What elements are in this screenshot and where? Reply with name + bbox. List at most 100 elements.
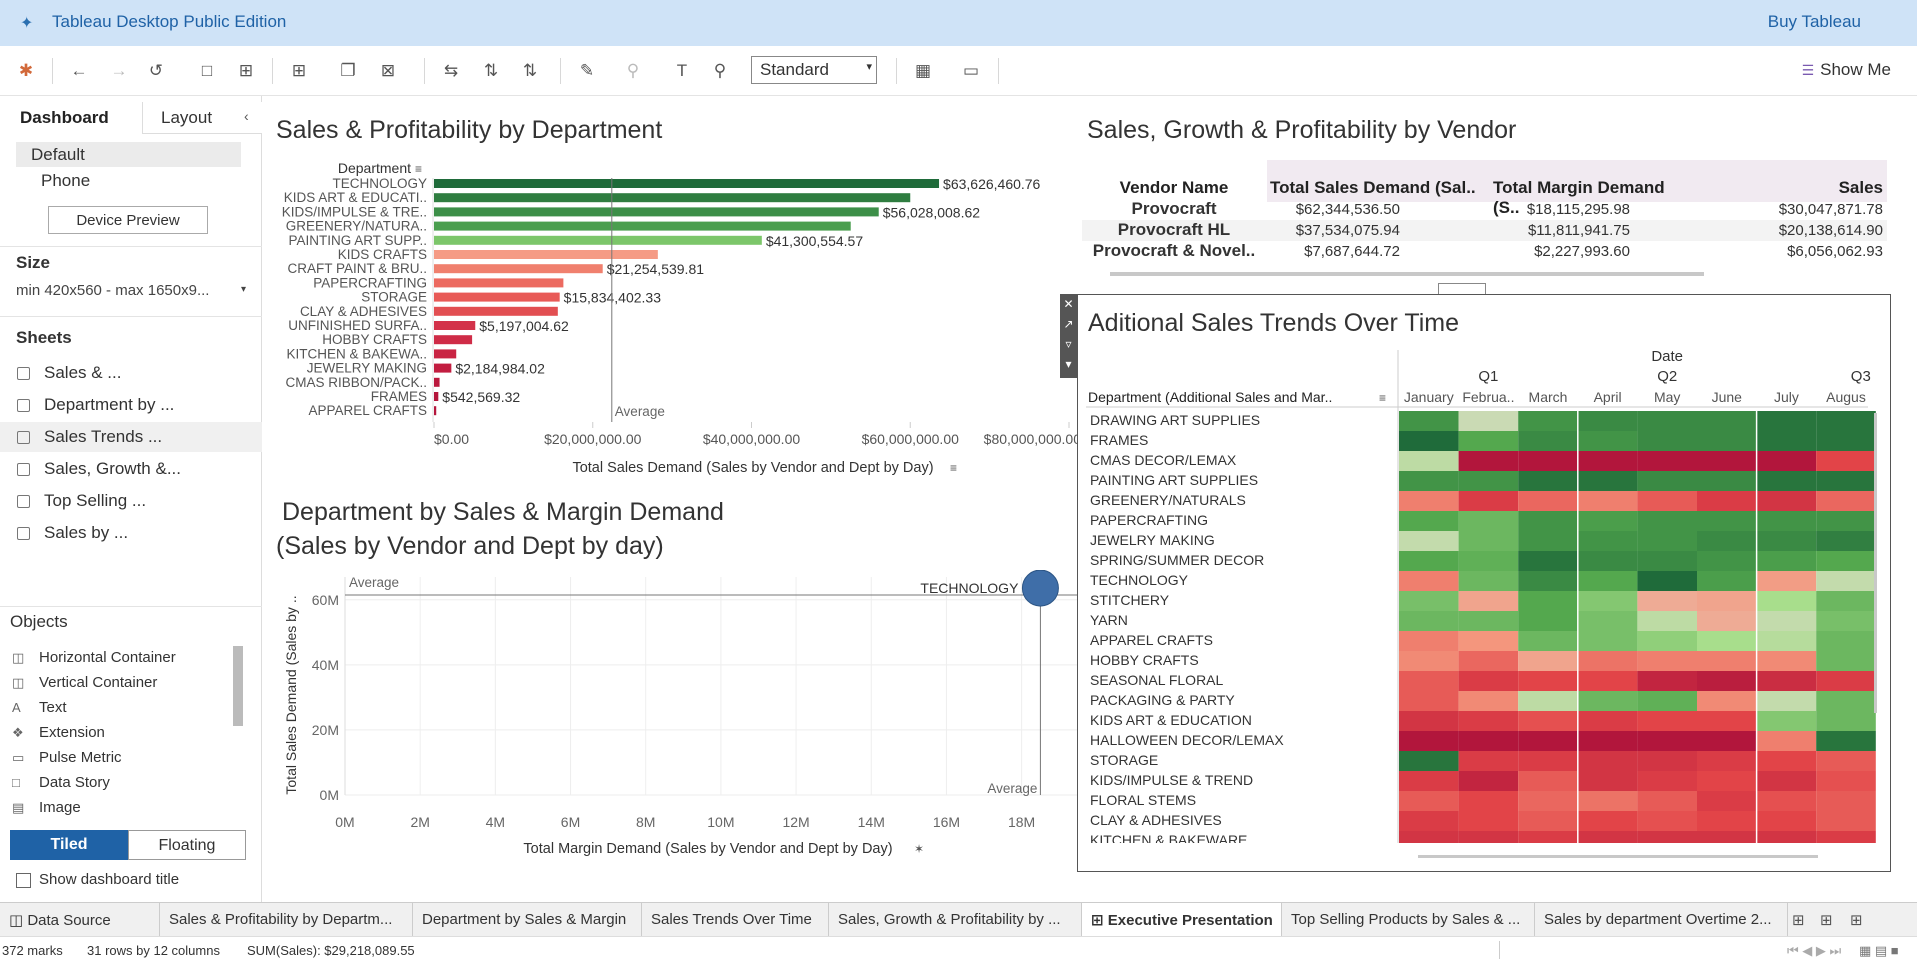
group-members-icon[interactable]: ⚲: [622, 60, 644, 82]
margin-sales-scatter[interactable]: 0M 2M 4M 6M 8M 10M 12M 14M 16M 18M 0M 20M 40M 60M Aver…: [263, 570, 1083, 870]
table-row[interactable]: Provocraft $62,344,536.50 $18,115,295.98 $3…: [1082, 199, 1887, 220]
show-me-button[interactable]: ☰ Show Me: [1802, 60, 1891, 80]
go-to-sheet-icon[interactable]: ↗: [1060, 314, 1077, 334]
collapse-pane-icon[interactable]: ‹: [244, 108, 249, 124]
column-header[interactable]: Sales: [1771, 178, 1883, 198]
fix-axes-icon[interactable]: ⚲: [709, 60, 731, 82]
tab-sales-by-department[interactable]: Sales by department Overtime 2...: [1535, 903, 1788, 936]
sheet-item[interactable]: Top Selling ...: [0, 486, 262, 516]
buy-tableau-link[interactable]: Buy Tableau: [1768, 12, 1861, 32]
reference-label: Average: [987, 781, 1037, 796]
tiled-button[interactable]: Tiled: [10, 830, 128, 860]
data-label: $41,300,554.57: [766, 233, 864, 249]
toolbar-separator: [896, 58, 897, 84]
heatmap-cell: [1458, 631, 1519, 651]
heatmap-cell: [1756, 511, 1817, 531]
show-cards-icon[interactable]: ▦: [912, 60, 934, 82]
data-label: $542,569.32: [442, 389, 520, 405]
heatmap-cell: [1399, 831, 1459, 843]
scrollbar-thumb[interactable]: [233, 646, 243, 726]
close-icon[interactable]: ✕: [1060, 294, 1077, 314]
heatmap-cell: [1458, 431, 1519, 451]
heatmap-cell: [1816, 611, 1876, 631]
new-dashboard-icon[interactable]: ⊞: [1820, 911, 1833, 929]
row-label: PAPERCRAFTING: [1090, 512, 1208, 528]
tab-department-sales-margin[interactable]: Department by Sales & Margin: [413, 903, 642, 936]
heatmap-cell: [1399, 451, 1459, 471]
tab-sales-trends[interactable]: Sales Trends Over Time: [642, 903, 829, 936]
table-row[interactable]: Provocraft & Novel.. $7,687,644.72 $2,227,…: [1082, 241, 1887, 262]
object-vertical-container[interactable]: ◫ Vertical Container: [12, 674, 157, 691]
object-pulse-metric[interactable]: ▭ Pulse Metric: [12, 749, 122, 766]
sheet-item[interactable]: Sales Trends ...: [0, 422, 262, 452]
category-label: STORAGE: [361, 290, 427, 305]
heatmap-cell: [1756, 731, 1817, 751]
tab-sales-growth[interactable]: Sales, Growth & Profitability by ...: [829, 903, 1082, 936]
sort-descending-icon[interactable]: ⇅: [519, 60, 541, 82]
vendor-table-scrollbar[interactable]: [1110, 272, 1704, 276]
sheet-item[interactable]: Sales, Growth &...: [0, 454, 262, 484]
heatmap-cell: [1816, 731, 1876, 751]
new-data-source-icon[interactable]: ⊞: [235, 60, 257, 82]
worksheet-icon: [17, 495, 30, 508]
tab-executive-presentation[interactable]: ⊞ Executive Presentation: [1082, 903, 1282, 936]
redo-icon[interactable]: →: [108, 60, 130, 82]
sheet-item[interactable]: Department by ...: [0, 390, 262, 420]
sheet-nav-icon[interactable]: ⏮ ◀ ▶ ⏭: [1787, 943, 1841, 959]
object-data-story[interactable]: □ Data Story: [12, 774, 110, 791]
table-row[interactable]: Provocraft HL $37,534,075.94 $11,811,941.7…: [1082, 220, 1887, 241]
size-select[interactable]: min 420x560 - max 1650x9... ▾: [16, 282, 246, 299]
tab-dashboard[interactable]: Dashboard: [0, 102, 142, 134]
column-header[interactable]: Total Sales Demand (Sal..: [1270, 178, 1482, 198]
save-icon[interactable]: □: [196, 60, 218, 82]
sheet-item[interactable]: Sales by ...: [0, 518, 262, 548]
bar: [434, 321, 476, 330]
filter-icon[interactable]: ▿: [1060, 334, 1077, 354]
sort-ascending-icon[interactable]: ⇅: [480, 60, 502, 82]
row-label: APPAREL CRAFTS: [1090, 632, 1213, 648]
clear-sheet-icon[interactable]: ⊠: [377, 60, 399, 82]
sales-trends-heatmap[interactable]: Aditional Sales Trends Over Time Date Q1 Q2…: [1078, 295, 1890, 871]
heatmap-cell: [1756, 611, 1817, 631]
show-labels-icon[interactable]: T: [671, 60, 693, 82]
device-default[interactable]: Default: [16, 142, 241, 167]
bar: [434, 335, 473, 345]
undo-icon[interactable]: ←: [68, 60, 90, 82]
highlight-icon[interactable]: ✎: [576, 60, 598, 82]
fit-select[interactable]: Standard ▾: [751, 56, 877, 84]
object-image[interactable]: ▤ Image: [12, 799, 81, 816]
tab-sales-profitability[interactable]: Sales & Profitability by Departm...: [160, 903, 413, 936]
tab-top-selling[interactable]: Top Selling Products by Sales & ...: [1282, 903, 1535, 936]
swap-rows-columns-icon[interactable]: ⇆: [440, 60, 462, 82]
new-worksheet-icon[interactable]: ⊞: [1792, 911, 1805, 929]
new-story-icon[interactable]: ⊞: [1850, 911, 1863, 929]
presentation-mode-icon[interactable]: ▭: [960, 60, 982, 82]
duplicate-sheet-icon[interactable]: ❐: [337, 60, 359, 82]
tab-data-source[interactable]: ◫ Data Source: [0, 903, 160, 936]
department-bar-chart[interactable]: Department ≡TECHNOLOGY $63,626,460.76KIDS …: [263, 150, 1083, 485]
new-worksheet-icon[interactable]: ⊞: [288, 60, 310, 82]
show-dashboard-title-checkbox[interactable]: Show dashboard title: [16, 871, 179, 888]
device-preview-button[interactable]: Device Preview: [48, 206, 208, 234]
category-label: TECHNOLOGY: [332, 176, 427, 191]
objects-scrollbar[interactable]: [231, 636, 245, 806]
bar: [434, 292, 560, 302]
heatmap-cell: [1697, 511, 1757, 531]
bar: [434, 349, 457, 359]
device-phone[interactable]: Phone: [41, 171, 90, 191]
replace-data-icon[interactable]: ↺: [145, 60, 167, 82]
sheet-item[interactable]: Sales & ...: [0, 358, 262, 388]
object-extension[interactable]: ❖ Extension: [12, 724, 105, 741]
tableau-home-icon[interactable]: ✱: [15, 60, 37, 82]
object-text[interactable]: A Text: [12, 699, 67, 716]
more-options-icon[interactable]: ▾: [1060, 354, 1077, 374]
heatmap-cell: [1458, 491, 1519, 511]
floating-button[interactable]: Floating: [128, 830, 246, 860]
heatmap-cell: [1518, 731, 1578, 751]
heatmap-cell: [1458, 751, 1519, 771]
bar-chart-title: Sales & Profitability by Department: [276, 116, 663, 144]
view-mode-icon[interactable]: ▦ ▤ ■: [1859, 943, 1899, 959]
column-header[interactable]: Vendor Name: [1082, 178, 1266, 198]
object-horizontal-container[interactable]: ◫ Horizontal Container: [12, 649, 176, 666]
heatmap-title: Aditional Sales Trends Over Time: [1088, 309, 1459, 337]
